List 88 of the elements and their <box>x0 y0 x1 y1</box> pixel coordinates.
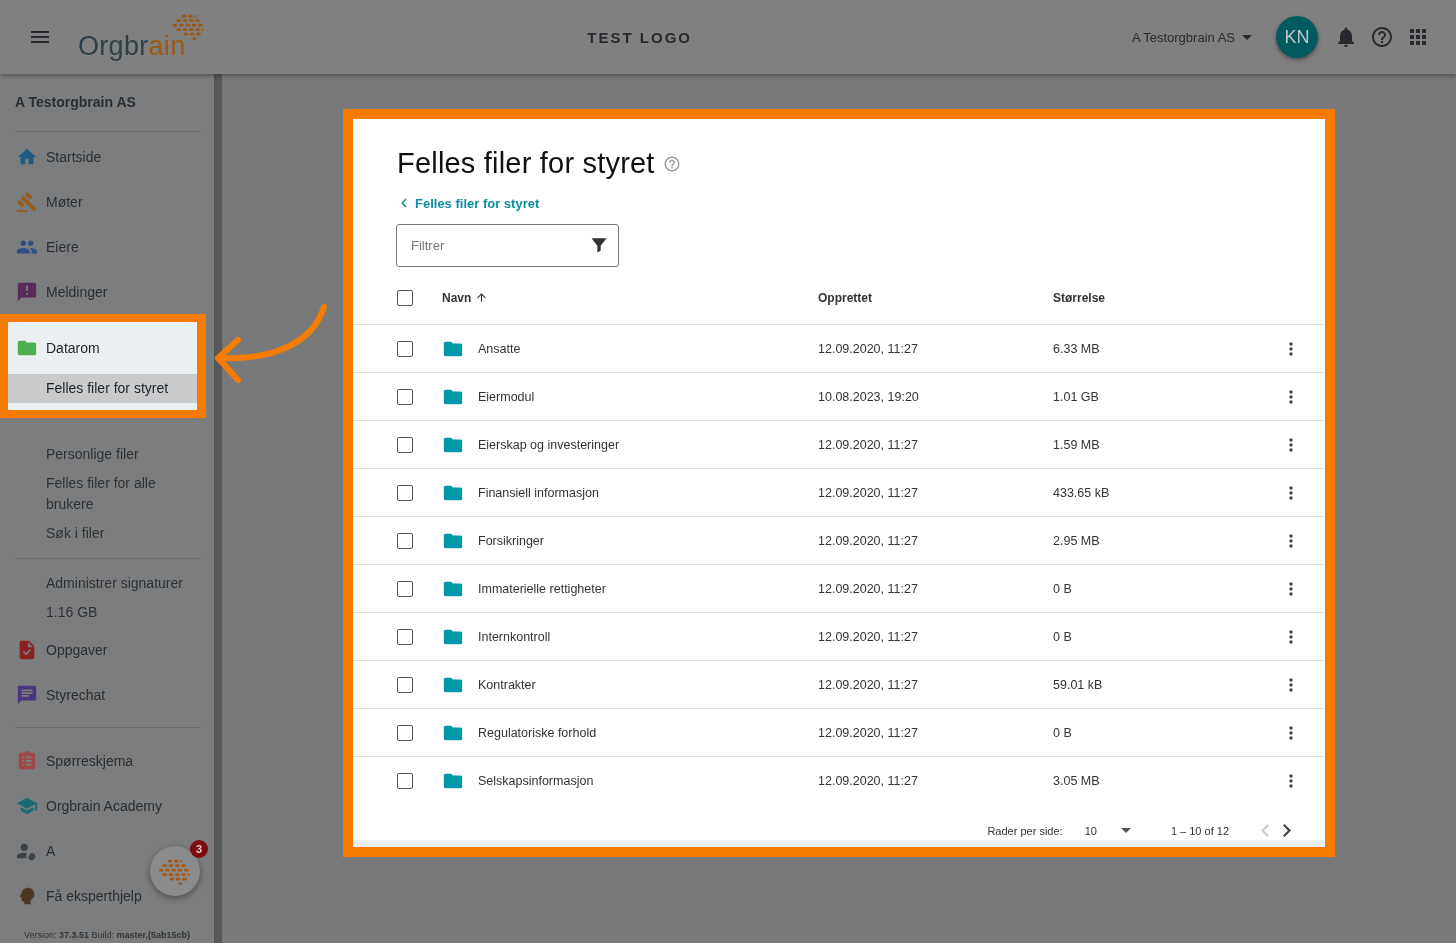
nav-item[interactable]: Startside <box>0 134 110 179</box>
nav-subitem[interactable]: Felles filer for styret <box>8 374 197 403</box>
nav-item[interactable]: Møter <box>0 179 91 224</box>
file-name[interactable]: Internkontroll <box>478 629 818 644</box>
checkbox[interactable] <box>397 580 413 597</box>
column-header[interactable]: Størrelse <box>1053 290 1281 305</box>
next-page-button[interactable] <box>1283 824 1291 837</box>
file-name[interactable]: Ansatte <box>478 341 818 356</box>
nav-item[interactable]: Meldinger <box>0 269 116 314</box>
page-range: 1 – 10 of 12 <box>1170 824 1229 837</box>
table-cell-text: 2.95 MB <box>1053 533 1101 548</box>
table-cell-text: 0 B <box>1053 629 1073 644</box>
breadcrumb-link[interactable]: Felles filer for styret <box>395 194 540 212</box>
clipboard-icon <box>16 749 38 772</box>
nav-item[interactable]: Oppgaver <box>0 627 116 672</box>
file-name[interactable]: Kontrakter <box>478 677 818 692</box>
nav-subitem[interactable]: Felles filer for alle brukere <box>0 469 214 519</box>
nav-item[interactable]: A <box>0 828 64 873</box>
table-cell-text: 12.09.2020, 11:27 <box>818 773 919 788</box>
organization-selector[interactable]: A Testorgbrain AS <box>1131 29 1252 45</box>
column-header[interactable]: Opprettet <box>818 290 1053 305</box>
nav-item[interactable]: Orgbrain Academy <box>0 783 170 828</box>
nav-subitem[interactable]: Søk i filer <box>0 519 214 548</box>
checkbox[interactable] <box>397 676 413 693</box>
sort-arrow-icon <box>475 291 489 304</box>
column-header[interactable]: Navn <box>442 290 818 305</box>
checkbox[interactable] <box>397 340 413 357</box>
filter-icon <box>589 235 609 255</box>
file-name[interactable]: Eierskap og investeringer <box>478 437 818 452</box>
table-cell-text: 1.59 MB <box>1053 437 1101 452</box>
table-cell-text: 6.33 MB <box>1053 341 1101 356</box>
file-name[interactable]: Immaterielle rettigheter <box>478 581 818 596</box>
checkbox[interactable] <box>397 772 413 789</box>
nav-item[interactable]: Datarom <box>8 322 197 374</box>
table-cell-text: 12.09.2020, 11:27 <box>818 581 919 596</box>
file-name[interactable]: Regulatoriske forhold <box>478 725 818 740</box>
table-cell-text: 12.09.2020, 11:27 <box>818 629 919 644</box>
table-cell-text: 12.09.2020, 11:27 <box>818 533 919 548</box>
chat-button[interactable] <box>150 846 200 896</box>
checkbox[interactable] <box>397 436 413 453</box>
checkbox[interactable] <box>397 724 413 741</box>
nav-subitem[interactable]: Personlige filer <box>0 440 214 469</box>
chat-icon <box>16 683 38 706</box>
table-cell-text: 1.01 GB <box>1053 389 1100 404</box>
help-icon[interactable] <box>1370 25 1394 49</box>
page-size-select[interactable]: 10 <box>1084 824 1131 837</box>
caret-icon <box>1120 828 1131 833</box>
message-icon <box>16 280 38 303</box>
chevron-icon <box>1283 824 1291 837</box>
nav-subitem[interactable]: Administrer signaturer <box>0 569 214 598</box>
table-cell-text: 433.65 kB <box>1053 485 1111 500</box>
table-cell-text: 12.09.2020, 11:27 <box>818 677 919 692</box>
table-cell-text: 12.09.2020, 11:27 <box>818 437 919 452</box>
version-text: Version: 37.3.51 Build: master,(5ab15cb) <box>22 930 192 940</box>
file-name[interactable]: Selskapsinformasjon <box>478 773 818 788</box>
page-title: Felles filer for styret <box>397 147 655 180</box>
chevron-icon <box>1261 824 1269 837</box>
caret-icon <box>1242 34 1252 40</box>
checkbox[interactable] <box>397 289 413 306</box>
checkbox[interactable] <box>397 388 413 405</box>
checkbox[interactable] <box>397 628 413 645</box>
table-cell-text: 0 B <box>1053 581 1073 596</box>
logo-text: Orgbrain <box>78 29 186 62</box>
logo-title: TEST LOGO <box>586 28 693 46</box>
table-cell-text: 12.09.2020, 11:27 <box>818 725 919 740</box>
table-cell-text: 10.08.2023, 19:20 <box>818 389 920 404</box>
file-name[interactable]: Forsikringer <box>478 533 818 548</box>
checkbox[interactable] <box>397 532 413 549</box>
table-cell-text: 0 B <box>1053 725 1073 740</box>
nav-item[interactable]: Styrechat <box>0 672 114 717</box>
nav-item[interactable]: Spørreskjema <box>0 738 142 783</box>
table-cell-text: 12.09.2020, 11:27 <box>818 341 919 356</box>
nav-item[interactable]: Få eksperthjelp <box>0 873 150 918</box>
nav-subitem[interactable]: 1.16 GB <box>0 598 214 627</box>
file-name[interactable]: Eiermodul <box>478 389 818 404</box>
rows-per-page-label: Rader per side: <box>987 824 1063 837</box>
table-cell-text: 3.05 MB <box>1053 773 1101 788</box>
table-cell-text: 59.01 kB <box>1053 677 1104 692</box>
gavel-icon <box>16 190 38 213</box>
organization-name: A Testorgbrain AS <box>15 74 201 132</box>
table-cell-text: 12.09.2020, 11:27 <box>818 485 919 500</box>
avatar[interactable]: KN <box>1276 16 1318 58</box>
nav-item[interactable]: Eiere <box>0 224 87 269</box>
help-icon[interactable] <box>662 154 681 173</box>
filter-field[interactable]: Filtrer <box>396 224 619 267</box>
checkbox[interactable] <box>397 484 413 501</box>
notification-badge: 3 <box>190 840 208 858</box>
file-name[interactable]: Finansiell informasjon <box>478 485 818 500</box>
